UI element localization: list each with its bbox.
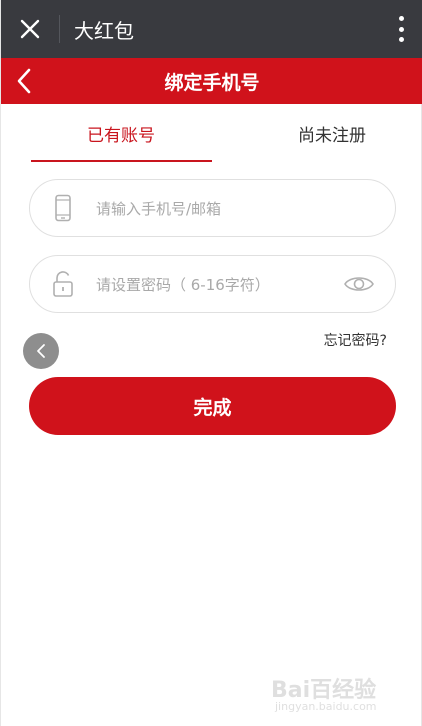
- more-button[interactable]: [393, 13, 409, 45]
- complete-button[interactable]: 完成: [29, 377, 396, 435]
- watermark-url: jingyan.baidu.com: [275, 700, 377, 713]
- tab-label: 已有账号: [87, 125, 155, 146]
- phone-icon: [30, 180, 96, 236]
- close-icon: [20, 19, 40, 39]
- page-header: 绑定手机号: [1, 58, 422, 104]
- show-password-button[interactable]: [343, 270, 375, 298]
- floating-back-button[interactable]: [23, 333, 59, 369]
- baidu-watermark: Bai百经验 jingyan.baidu.com: [271, 672, 393, 718]
- tab-bar: 已有账号 尚未注册: [1, 104, 422, 162]
- password-placeholder: 请设置密码（ 6-16字符）: [96, 275, 270, 294]
- tab-existing-account[interactable]: 已有账号: [1, 104, 241, 162]
- tab-label: 尚未注册: [298, 125, 366, 146]
- chevron-left-icon: [37, 344, 45, 358]
- lock-icon: [30, 256, 96, 312]
- tab-active-indicator: [31, 160, 212, 162]
- close-button[interactable]: [1, 0, 59, 58]
- appbar-divider: [59, 15, 60, 43]
- app-title: 大红包: [74, 18, 134, 43]
- password-field[interactable]: 请设置密码（ 6-16字符）: [29, 255, 396, 313]
- app-bar: 大红包: [1, 0, 422, 58]
- eye-icon: [344, 277, 374, 291]
- chevron-left-icon: [17, 68, 31, 94]
- back-button[interactable]: [7, 64, 41, 98]
- phone-email-field[interactable]: 请输入手机号/邮箱: [29, 179, 396, 237]
- phone-email-placeholder: 请输入手机号/邮箱: [96, 199, 222, 218]
- more-vertical-icon: [398, 16, 404, 21]
- page-title: 绑定手机号: [164, 71, 260, 94]
- tab-not-registered[interactable]: 尚未注册: [241, 104, 422, 162]
- forgot-password-link[interactable]: 忘记密码?: [324, 330, 387, 350]
- screen: 大红包 绑定手机号 已有账号 尚未注册 请输入手机号/邮箱 请设置密码（ 6-1…: [0, 0, 422, 726]
